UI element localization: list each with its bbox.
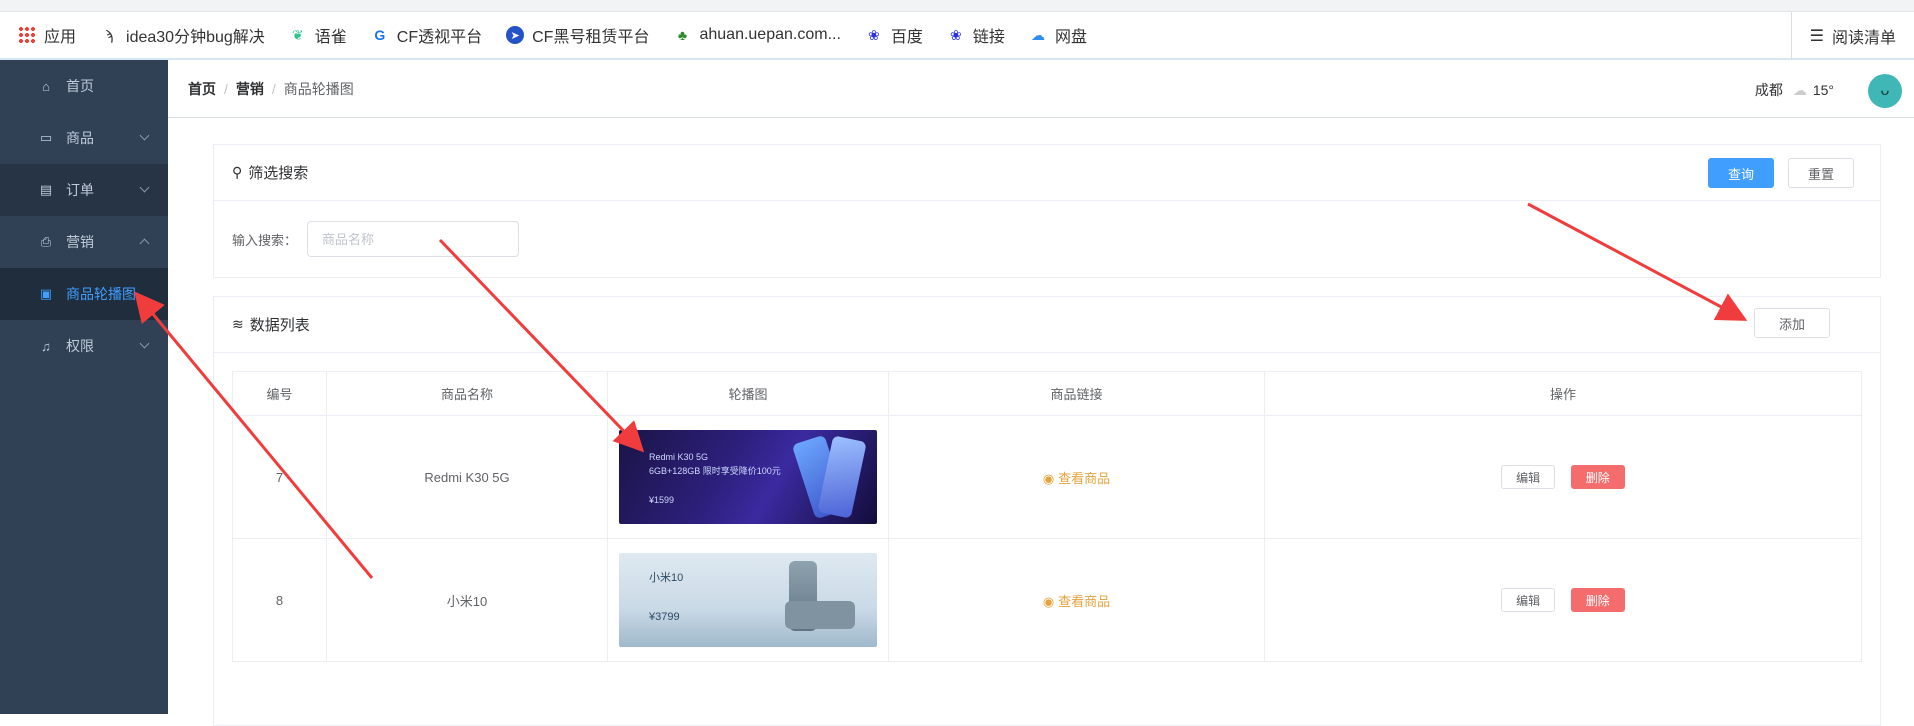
sidebar-item-orders[interactable]: ▤ 订单 xyxy=(0,164,168,216)
main-content: 首页 / 营销 / 商品轮播图 成都 ☁ 15° ᴗ ⚲ 筛选搜索 查询 重置 输入搜索… xyxy=(168,60,1914,726)
col-link: 商品链接 xyxy=(888,371,1265,416)
row-id: 8 xyxy=(232,538,327,662)
bookmark-idea[interactable]: ϡ idea30分钟bug解决 xyxy=(100,23,265,47)
navbar: 首页 / 营销 / 商品轮播图 成都 ☁ 15° ᴗ xyxy=(168,60,1914,118)
cloud-disk-icon: ☁ xyxy=(1030,26,1045,43)
filter-card: ⚲ 筛选搜索 查询 重置 输入搜索： xyxy=(213,144,1881,278)
clipboard-icon: ▤ xyxy=(39,182,53,197)
row-id: 7 xyxy=(232,415,327,539)
sidebar-item-marketing[interactable]: ⎙ 营销 xyxy=(0,216,168,268)
row-ops: 编辑 删除 xyxy=(1264,538,1862,662)
eye-icon: ◉ xyxy=(1042,470,1055,486)
search-icon: ⚲ xyxy=(232,164,243,180)
bookmark-ahuan[interactable]: ♣ ahuan.uepan.com... xyxy=(673,26,841,44)
search-row: 输入搜索： xyxy=(214,201,1880,277)
breadcrumb: 首页 / 营销 / 商品轮播图 xyxy=(188,80,354,97)
bookmark-pan[interactable]: ☁ 网盘 xyxy=(1029,23,1087,47)
baidu-paw-icon: ❀ xyxy=(950,26,962,43)
weather-city: 成都 xyxy=(1754,82,1783,98)
edit-button[interactable]: 编辑 xyxy=(1501,465,1556,489)
weather-temp: 15° xyxy=(1812,82,1834,98)
banner-text: 小米10 ¥3799 xyxy=(649,572,684,623)
breadcrumb-home[interactable]: 首页 xyxy=(188,81,216,97)
row-name: 小米10 xyxy=(326,538,608,662)
row-link: ◉ 查看商品 xyxy=(888,538,1265,662)
chevron-down-icon xyxy=(139,130,150,141)
chevron-down-icon xyxy=(139,338,150,349)
marketing-icon: ⎙ xyxy=(40,234,52,249)
search-input[interactable] xyxy=(307,221,520,257)
yuque-icon: ❦ xyxy=(291,26,304,43)
image-icon: ▣ xyxy=(39,286,53,301)
browser-address-bar xyxy=(0,0,1914,12)
sidebar: ⌂ 首页 ▭ 商品 ▤ 订单 ⎙ 营销 ▣ 商品轮播图 ♫ 权限 xyxy=(0,60,168,714)
col-ops: 操作 xyxy=(1264,371,1862,416)
sidebar-item-banner[interactable]: ▣ 商品轮播图 xyxy=(0,268,168,320)
bookmark-cf[interactable]: G CF透视平台 xyxy=(371,23,482,47)
table-header-row: 编号 商品名称 轮播图 商品链接 操作 xyxy=(232,371,1862,416)
col-image: 轮播图 xyxy=(607,371,889,416)
data-list-header: ≋ 数据列表 xyxy=(214,297,1880,353)
view-goods-link[interactable]: ◉ 查看商品 xyxy=(1043,471,1110,486)
col-name: 商品名称 xyxy=(326,371,608,416)
cloud-icon: ☁ xyxy=(1792,81,1807,98)
sidebar-item-permission[interactable]: ♫ 权限 xyxy=(0,320,168,372)
cf-rent-icon: ➤ xyxy=(506,26,525,44)
bookmarks-bar: 应用 ϡ idea30分钟bug解决 ❦ 语雀 G CF透视平台 ➤ CF黑号租… xyxy=(0,12,1914,60)
search-label: 输入搜索： xyxy=(232,232,298,248)
banner-thumbnail: 小米10 ¥3799 xyxy=(619,553,877,647)
chevron-up-icon xyxy=(139,238,150,249)
query-button[interactable]: 查询 xyxy=(1708,158,1774,188)
delete-button[interactable]: 删除 xyxy=(1570,465,1625,489)
bookmark-apps[interactable]: 应用 xyxy=(18,23,76,47)
sidebar-item-goods[interactable]: ▭ 商品 xyxy=(0,112,168,164)
table-row: 7 Redmi K30 5G Redmi K30 5G 6GB+128GB 限时… xyxy=(232,415,1862,539)
banner-thumbnail: Redmi K30 5G 6GB+128GB 限时享受降价100元 ¥1599 xyxy=(619,430,877,524)
idea-icon: ϡ xyxy=(104,27,114,43)
delete-button[interactable]: 删除 xyxy=(1570,588,1625,612)
breadcrumb-current: 商品轮播图 xyxy=(283,80,354,97)
row-ops: 编辑 删除 xyxy=(1264,415,1862,539)
bookmark-cf-rent[interactable]: ➤ CF黑号租赁平台 xyxy=(506,23,649,47)
bookmark-baidu[interactable]: ❀ 百度 xyxy=(865,23,923,47)
reading-list-button[interactable]: ☰ 阅读清单 xyxy=(1790,12,1896,60)
table-row: 8 小米10 小米10 ¥3799 ◉ 查看商品 编辑 删除 xyxy=(232,538,1862,662)
apps-grid-icon xyxy=(18,26,36,44)
banner-text: Redmi K30 5G 6GB+128GB 限时享受降价100元 ¥1599 xyxy=(649,452,781,505)
tree-icon: ♣ xyxy=(677,27,688,43)
view-goods-link[interactable]: ◉ 查看商品 xyxy=(1043,594,1110,609)
breadcrumb-section[interactable]: 营销 xyxy=(236,81,264,97)
row-name: Redmi K30 5G xyxy=(326,415,608,539)
row-link: ◉ 查看商品 xyxy=(888,415,1265,539)
bag-icon: ▭ xyxy=(39,130,53,145)
col-id: 编号 xyxy=(232,371,327,416)
phone-graphic xyxy=(785,601,855,629)
filter-title: 筛选搜索 xyxy=(248,165,309,182)
layers-icon: ≋ xyxy=(232,316,244,332)
edit-button[interactable]: 编辑 xyxy=(1501,588,1556,612)
banner-table: 编号 商品名称 轮播图 商品链接 操作 7 Redmi K30 5G Redmi… xyxy=(232,371,1862,662)
reset-button[interactable]: 重置 xyxy=(1788,158,1854,188)
bookmark-yuque[interactable]: ❦ 语雀 xyxy=(289,23,347,47)
avatar[interactable]: ᴗ xyxy=(1868,74,1902,108)
data-list-card: ≋ 数据列表 添加 编号 商品名称 轮播图 商品链接 操作 7 Redmi K3… xyxy=(213,296,1881,726)
bell-icon: ♫ xyxy=(41,338,51,354)
eye-icon: ◉ xyxy=(1042,593,1055,609)
cf-icon: G xyxy=(374,27,386,43)
filter-card-header: ⚲ 筛选搜索 xyxy=(214,145,1880,201)
home-icon: ⌂ xyxy=(42,78,50,94)
sidebar-item-home[interactable]: ⌂ 首页 xyxy=(0,60,168,112)
chevron-down-icon xyxy=(139,182,150,193)
add-button[interactable]: 添加 xyxy=(1754,308,1830,338)
weather-widget: 成都 ☁ 15° xyxy=(1755,80,1834,100)
row-image: Redmi K30 5G 6GB+128GB 限时享受降价100元 ¥1599 xyxy=(607,415,889,539)
reading-list-icon: ☰ xyxy=(1809,28,1824,45)
bookmark-link[interactable]: ❀ 链接 xyxy=(947,23,1005,47)
baidu-paw-icon: ❀ xyxy=(868,26,880,43)
row-image: 小米10 ¥3799 xyxy=(607,538,889,662)
data-list-title: 数据列表 xyxy=(249,317,310,334)
